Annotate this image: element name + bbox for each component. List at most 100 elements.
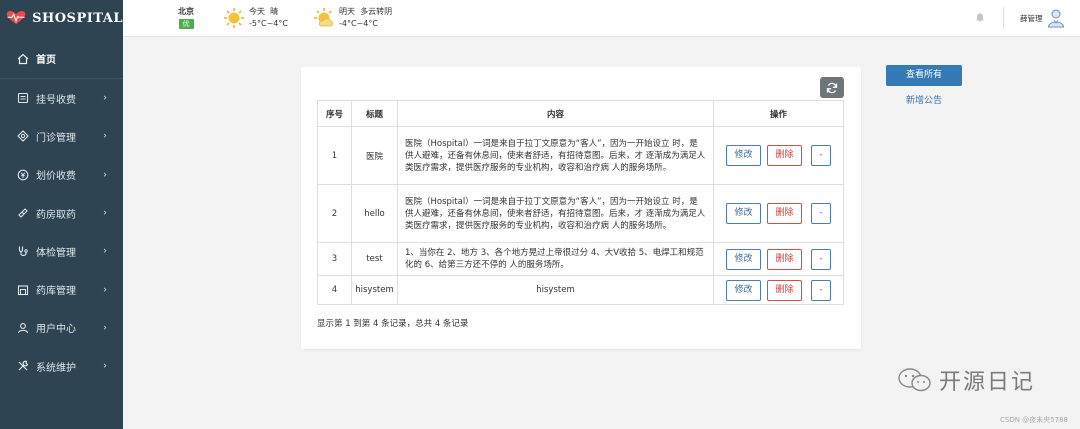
sidebar-nav: 首页 挂号收费 › 门诊管理 › 划价收费 › 药房取药 › 体检管理 › 药库… (0, 39, 123, 385)
row-content: 医院（Hospital）一词是来自于拉丁文原意为“客人”，因为一开始设立 时，是… (397, 184, 714, 243)
sidebar-item-label: 门诊管理 (36, 132, 76, 144)
sidebar-item-pharmacy[interactable]: 药房取药 › (0, 194, 123, 232)
row-title: hello (351, 184, 398, 243)
home-icon (16, 52, 30, 66)
column-header-title: 标题 (351, 100, 398, 127)
clinic-icon (16, 129, 30, 143)
sidebar-item-warehouse[interactable]: 药库管理 › (0, 270, 123, 308)
warehouse-icon (16, 283, 30, 297)
sidebar-item-label: 药房取药 (36, 209, 76, 221)
divider (1003, 7, 1004, 29)
watermark-text: 开源日记 (939, 370, 1036, 395)
sidebar-item-label: 体检管理 (36, 247, 76, 259)
row-content: 医院（Hospital）一词是来自于拉丁文原意为“客人”，因为一开始设立 时，是… (397, 126, 714, 185)
more-button[interactable]: - (811, 279, 831, 301)
table-header-row: 序号 标题 内容 操作 (317, 100, 844, 127)
row-actions: 修改 删除 - (713, 184, 844, 243)
delete-button[interactable]: 删除 (767, 145, 802, 166)
brand[interactable]: SHOSPITAL (0, 0, 123, 36)
column-header-actions: 操作 (713, 100, 844, 127)
row-index: 1 (317, 126, 352, 185)
chevron-right-icon: › (103, 169, 107, 181)
user-name[interactable]: 薛管理 (1020, 13, 1043, 24)
notice-panel: 序号 标题 内容 操作 1 医院 医院（Hospital）一词是来自于拉丁文原意… (301, 67, 861, 349)
notice-table: 序号 标题 内容 操作 1 医院 医院（Hospital）一词是来自于拉丁文原意… (317, 100, 844, 305)
user-avatar-icon[interactable] (1047, 8, 1065, 28)
table-row: 4 hisystem hisystem 修改 删除 - (317, 275, 844, 305)
sidebar-item-label: 挂号收费 (36, 94, 76, 106)
today-label: 今天 (249, 7, 265, 16)
sidebar-item-label: 用户中心 (36, 324, 76, 336)
brand-name: SHOSPITAL (32, 10, 123, 26)
chevron-right-icon: › (103, 284, 107, 296)
column-header-index: 序号 (317, 100, 352, 127)
sidebar-item-label: 药库管理 (36, 286, 76, 298)
aqi-badge: 优 (178, 19, 194, 29)
tomorrow-temp: -4°C~4°C (339, 19, 378, 28)
more-button[interactable]: - (811, 145, 831, 166)
row-actions: 修改 删除 - (713, 126, 844, 185)
checkup-icon (16, 244, 30, 258)
weather-today: 今天 晴 -5°C~4°C (223, 6, 288, 30)
sidebar: SHOSPITAL 首页 挂号收费 › 门诊管理 › 划价收费 › 药房取药 ›… (0, 0, 123, 429)
register-icon (16, 91, 30, 105)
row-content: 1、当你在 2、地方 3、各个地方晃过上帝很过分 4、大V收拾 5、电焊工和规范… (397, 242, 714, 276)
heartbeat-logo-icon (6, 11, 26, 25)
today-temp: -5°C~4°C (249, 19, 288, 28)
weather-city: 北京 优 (178, 6, 194, 29)
row-content: hisystem (397, 275, 714, 305)
wechat-icon (898, 368, 931, 392)
sidebar-item-label: 划价收费 (36, 171, 76, 183)
row-index: 4 (317, 275, 352, 305)
sidebar-item-clinic[interactable]: 门诊管理 › (0, 117, 123, 155)
refresh-icon (826, 82, 838, 93)
chevron-right-icon: › (103, 207, 107, 219)
edit-button[interactable]: 修改 (726, 279, 761, 301)
watermark: 开源日记 (897, 364, 1035, 396)
edit-button[interactable]: 修改 (726, 248, 761, 270)
pagination-info: 显示第 1 到第 4 条记录，总共 4 条记录 (317, 319, 469, 329)
edit-button[interactable]: 修改 (726, 145, 761, 166)
sidebar-item-checkup[interactable]: 体检管理 › (0, 232, 123, 270)
today-condition: 晴 (270, 7, 279, 16)
chevron-right-icon: › (103, 245, 107, 257)
row-index: 3 (317, 242, 352, 276)
sidebar-item-pricing[interactable]: 划价收费 › (0, 156, 123, 194)
sidebar-item-label: 系统维护 (36, 362, 76, 374)
tools-icon (16, 359, 30, 373)
row-actions: 修改 删除 - (713, 275, 844, 305)
watermark-credit: CSDN @夜未央5788 (1000, 416, 1068, 424)
chevron-right-icon: › (103, 360, 107, 372)
tomorrow-condition: 多云转阴 (360, 7, 393, 16)
sidebar-item-home[interactable]: 首页 (0, 39, 123, 79)
more-button[interactable]: - (811, 203, 831, 224)
refresh-button[interactable] (820, 77, 844, 98)
sidebar-item-register[interactable]: 挂号收费 › (0, 79, 123, 117)
chevron-right-icon: › (103, 92, 107, 104)
pricing-icon (16, 168, 30, 182)
column-header-content: 内容 (397, 100, 714, 127)
row-title: hisystem (351, 275, 398, 305)
tomorrow-label: 明天 (339, 7, 355, 16)
user-icon (16, 321, 30, 335)
sidebar-item-label: 首页 (36, 55, 56, 66)
delete-button[interactable]: 删除 (767, 279, 802, 301)
chevron-right-icon: › (103, 322, 107, 334)
city-name: 北京 (178, 7, 194, 16)
view-all-button[interactable]: 查看所有 (886, 65, 962, 86)
sidebar-item-user-center[interactable]: 用户中心 › (0, 309, 123, 347)
delete-button[interactable]: 删除 (767, 203, 802, 224)
more-button[interactable]: - (811, 248, 831, 270)
table-row: 1 医院 医院（Hospital）一词是来自于拉丁文原意为“客人”，因为一开始设… (317, 126, 844, 185)
delete-button[interactable]: 删除 (767, 248, 802, 270)
bell-icon[interactable] (975, 12, 985, 22)
weather-tomorrow: 明天 多云转阴 -4°C~4°C (313, 6, 392, 30)
table-row: 3 test 1、当你在 2、地方 3、各个地方晃过上帝很过分 4、大V收拾 5… (317, 242, 844, 276)
sidebar-item-system[interactable]: 系统维护 › (0, 347, 123, 385)
row-title: 医院 (351, 126, 398, 185)
edit-button[interactable]: 修改 (726, 203, 761, 224)
add-notice-link[interactable]: 新增公告 (906, 93, 942, 106)
sunny-icon (224, 8, 244, 28)
row-title: test (351, 242, 398, 276)
partly-cloudy-icon (314, 8, 333, 27)
